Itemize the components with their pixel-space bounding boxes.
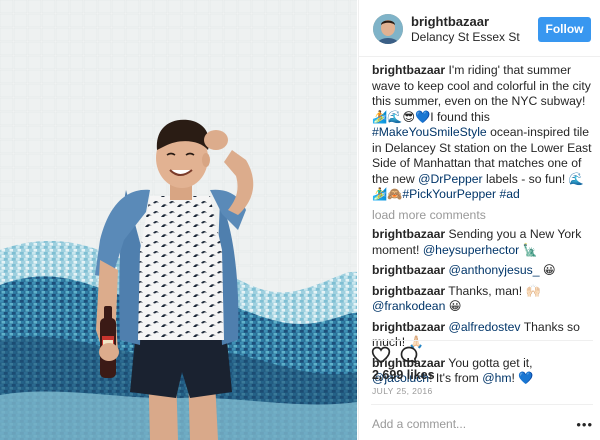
mention-link[interactable]: @heysuperhector (423, 243, 519, 257)
comment-text: Thanks, man! 🙌🏻 (445, 283, 541, 298)
comment-text: ! It's from (429, 371, 483, 385)
likes-count[interactable]: 2,699 likes (372, 368, 435, 382)
post-side-panel: brightbazaar Delancy St Essex St Follow … (358, 0, 600, 440)
post-caption: brightbazaar I'm riding' that summer wav… (372, 63, 594, 203)
hashtag-link[interactable]: #MakeYouSmileStyle (372, 125, 487, 139)
comment-text: 😀 (539, 263, 556, 277)
post-username[interactable]: brightbazaar (411, 14, 520, 29)
comment-username[interactable]: brightbazaar (372, 320, 445, 334)
comment-text: 😀 (445, 299, 462, 313)
comment-username[interactable]: brightbazaar (372, 284, 445, 298)
post-location[interactable]: Delancy St Essex St (411, 29, 520, 45)
comment-text: 🗽 (519, 242, 538, 257)
add-comment-input[interactable]: Add a comment... (372, 417, 466, 431)
avatar[interactable] (373, 14, 403, 44)
comment-bubble-icon[interactable] (399, 345, 419, 370)
comment-username[interactable]: brightbazaar (372, 263, 445, 277)
post-photo[interactable] (0, 0, 357, 440)
comment-item: brightbazaar Sending you a New York mome… (372, 227, 594, 258)
mention-link[interactable]: @DrPepper (418, 172, 483, 186)
post-date: JULY 25, 2016 (372, 386, 433, 396)
more-options-icon[interactable]: ••• (576, 417, 593, 432)
comment-text: ! 💙 (511, 371, 534, 385)
load-more-comments-link[interactable]: load more comments (372, 208, 594, 224)
add-comment-bar: Add a comment... ••• (371, 404, 593, 440)
post-user-block: brightbazaar Delancy St Essex St (411, 14, 520, 45)
comment-item: brightbazaar Thanks, man! 🙌🏻 @frankodean… (372, 284, 594, 315)
hashtag-link[interactable]: #ad (499, 187, 519, 201)
hashtag-link[interactable]: #PickYourPepper (402, 187, 496, 201)
follow-button[interactable]: Follow (538, 17, 591, 42)
post-photo-illustration (0, 0, 357, 440)
heart-icon[interactable] (371, 345, 391, 370)
post-header: brightbazaar Delancy St Essex St Follow (359, 0, 600, 57)
mention-link[interactable]: @alfredostev (449, 320, 521, 334)
mention-link[interactable]: @anthonyjesus_ (449, 263, 540, 277)
post-actions-bar (371, 340, 593, 368)
caption-username[interactable]: brightbazaar (372, 63, 445, 77)
avatar-image (373, 14, 403, 44)
comment-username[interactable]: brightbazaar (372, 227, 445, 241)
mention-link[interactable]: @hm (482, 371, 511, 385)
comment-item: brightbazaar @anthonyjesus_ 😀 (372, 263, 594, 279)
mention-link[interactable]: @frankodean (372, 299, 445, 313)
